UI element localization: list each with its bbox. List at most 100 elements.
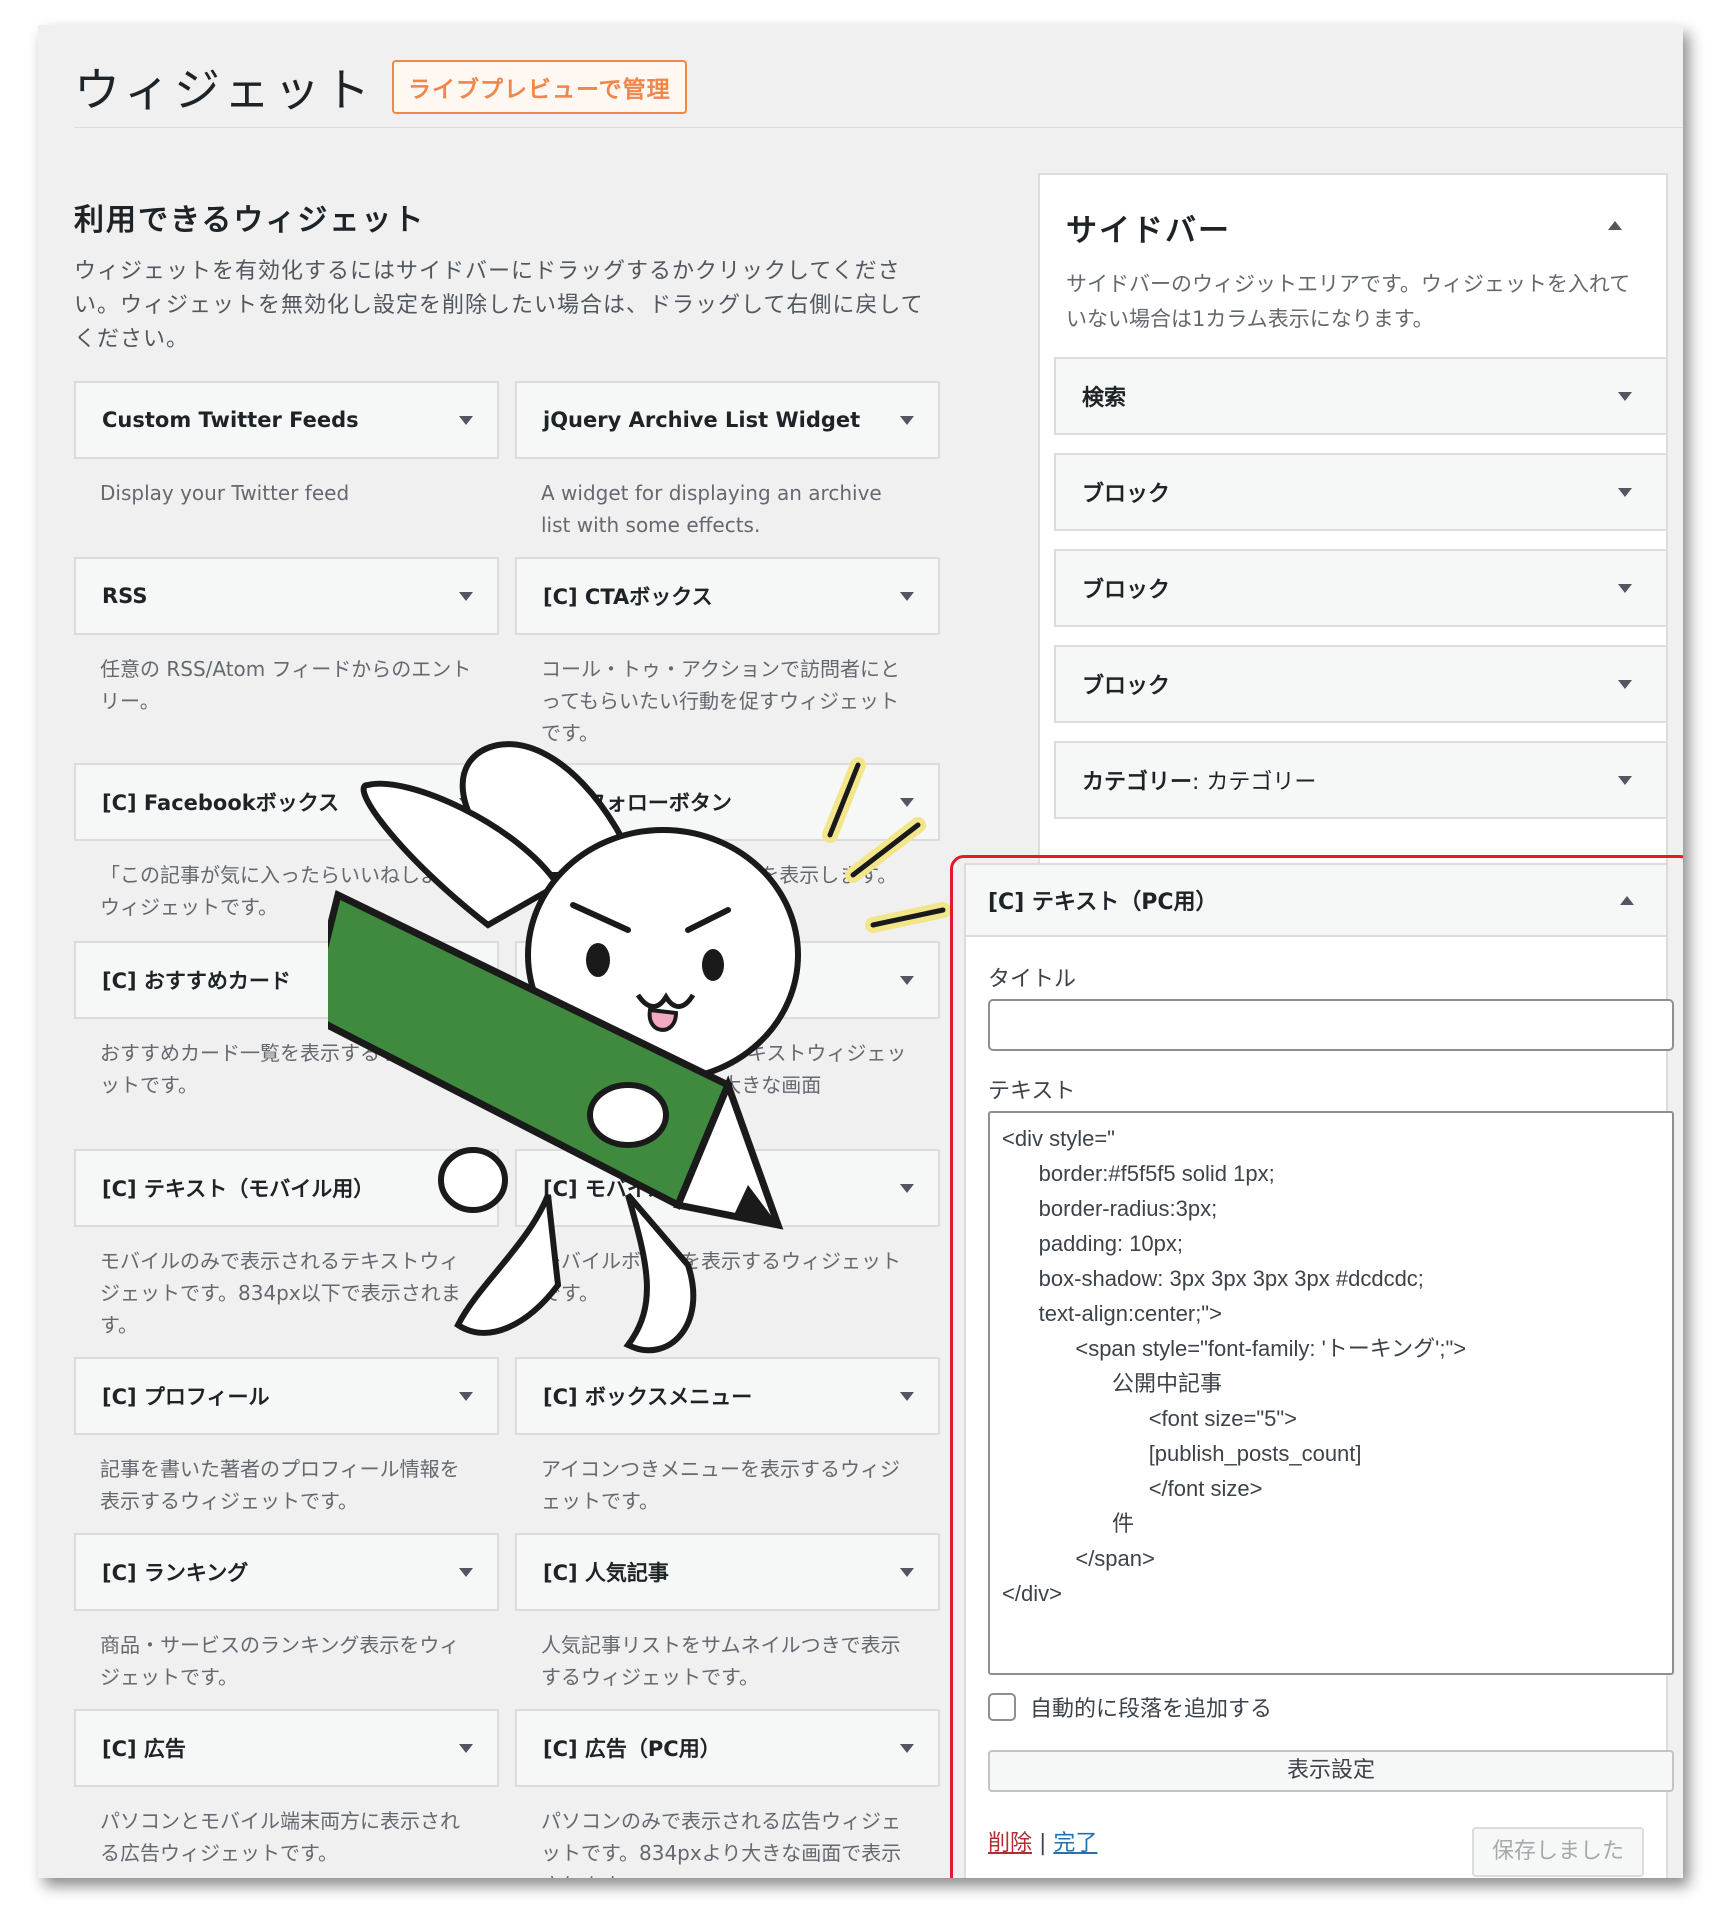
expand-arrow-icon[interactable] <box>900 1391 914 1401</box>
widget-title: [C] CTAボックス <box>543 585 713 609</box>
widget-header[interactable]: [C] CTAボックス <box>515 557 940 635</box>
expand-arrow-icon[interactable] <box>900 975 914 985</box>
saved-button[interactable]: 保存しました <box>1472 1827 1644 1877</box>
widget-title: [C] ボックスメニュー <box>543 1385 753 1409</box>
widget-card[interactable]: [C] プロフィール 記事を書いた著者のプロフィール情報を表示するウィジェットで… <box>74 1357 499 1517</box>
expand-arrow-icon[interactable] <box>459 975 473 985</box>
widget-header[interactable]: [C] テキスト（モバイル用） <box>74 1149 499 1227</box>
widget-card[interactable]: jQuery Archive List Widget A widget for … <box>515 381 940 541</box>
expand-arrow-icon[interactable] <box>1618 583 1632 593</box>
widget-header[interactable]: [C] Facebookボックス <box>74 763 499 841</box>
expand-arrow-icon[interactable] <box>459 1183 473 1193</box>
widget-header[interactable]: [C] プロフィール <box>74 1357 499 1435</box>
widget-card[interactable]: [C] ボックスメニュー アイコンつきメニューを表示するウィジェットです。 <box>515 1357 940 1517</box>
autop-label: 自動的に段落を追加する <box>1030 1697 1273 1722</box>
expand-arrow-icon[interactable] <box>900 797 914 807</box>
expand-arrow-icon[interactable] <box>459 591 473 601</box>
expand-arrow-icon[interactable] <box>900 591 914 601</box>
collapse-arrow-icon[interactable] <box>1608 221 1622 230</box>
widget-header[interactable]: [C] 広告 <box>74 1709 499 1787</box>
widget-title: Custom Twitter Feeds <box>102 408 359 432</box>
widget-description: モバイルのみで表示されるテキストウィジェットです。834px以下で表示されます。 <box>100 1249 461 1337</box>
widget-card[interactable]: [C] CTAボックス コール・トゥ・アクションで訪問者にとってもらいたい行動を… <box>515 557 940 749</box>
expanded-text-widget: [C] テキスト（PC用） タイトル テキスト <div style=" bor… <box>950 855 1683 1878</box>
widget-card[interactable]: RSS 任意の RSS/Atom フィードからのエントリー。 <box>74 557 499 717</box>
page-header: ウィジェット ライブプレビューで管理 <box>74 57 687 117</box>
widget-title: [C] プロフィール <box>102 1385 270 1409</box>
sidebar-widget-block[interactable]: ブロック <box>1054 645 1668 723</box>
expand-arrow-icon[interactable] <box>900 1183 914 1193</box>
page-title: ウィジェット <box>74 63 374 117</box>
sidebar-widget-block[interactable]: ブロック <box>1054 453 1668 531</box>
widget-header[interactable]: [C] テキスト（PC用） <box>515 941 940 1019</box>
widget-description: PCのみで表示されるテキストウィジェットです。834pxより大きな画面 <box>541 1041 907 1097</box>
expand-arrow-icon[interactable] <box>459 1391 473 1401</box>
widget-card[interactable]: [C] 人気記事 人気記事リストをサムネイルつきで表示するウィジェットです。 <box>515 1533 940 1693</box>
widget-title: [C] テキスト（PC用） <box>543 969 763 993</box>
widget-title: ブロック <box>1082 674 1171 699</box>
widget-header[interactable]: [C] フォローボタン <box>515 763 940 841</box>
widget-card[interactable]: Custom Twitter Feeds Display your Twitte… <box>74 381 499 509</box>
sidebar-widget-search[interactable]: 検索 <box>1054 357 1668 435</box>
autop-checkbox[interactable] <box>988 1693 1016 1721</box>
widget-card[interactable]: [C] テキスト（モバイル用） モバイルのみで表示されるテキストウィジェットです… <box>74 1149 499 1341</box>
sidebar-widget-category[interactable]: カテゴリー: カテゴリー <box>1054 741 1668 819</box>
text-content-textarea[interactable]: <div style=" border:#f5f5f5 solid 1px; b… <box>988 1111 1674 1675</box>
collapse-arrow-icon[interactable] <box>1620 895 1634 905</box>
widget-title: [C] テキスト（モバイル用） <box>102 1177 375 1201</box>
widget-card[interactable]: [C] フォローボタン フォローアイコンボタンを表示します。 <box>515 763 940 891</box>
sidebar-description: サイドバーのウィジットエリアです。ウィジェットを入れていない場合は1カラム表示に… <box>1066 272 1631 331</box>
expand-arrow-icon[interactable] <box>459 415 473 425</box>
widget-description: 記事を書いた著者のプロフィール情報を表示するウィジェットです。 <box>100 1457 460 1513</box>
widget-title: [C] テキスト（PC用） <box>988 890 1218 915</box>
widget-card[interactable]: [C] Facebookボックス 「この記事が気に入ったらいいねしよう」ウィジェ… <box>74 763 499 923</box>
expand-arrow-icon[interactable] <box>1618 487 1632 497</box>
expand-arrow-icon[interactable] <box>900 1743 914 1753</box>
sidebar-title[interactable]: サイドバー <box>1066 205 1231 250</box>
link-separator: | <box>1032 1831 1054 1856</box>
widget-card[interactable]: [C] 広告 パソコンとモバイル端末両方に表示される広告ウィジェットです。 <box>74 1709 499 1869</box>
widget-title: [C] Facebookボックス <box>102 791 340 815</box>
display-settings-button[interactable]: 表示設定 <box>988 1750 1674 1792</box>
expand-arrow-icon[interactable] <box>459 1567 473 1577</box>
widget-title: カテゴリー: カテゴリー <box>1082 764 1316 796</box>
widget-header[interactable]: [C] おすすめカード <box>74 941 499 1019</box>
widget-card[interactable]: [C] 広告（PC用） パソコンのみで表示される広告ウィジェットです。834px… <box>515 1709 940 1878</box>
expand-arrow-icon[interactable] <box>900 1567 914 1577</box>
expand-arrow-icon[interactable] <box>459 797 473 807</box>
expand-arrow-icon[interactable] <box>900 415 914 425</box>
sidebar-widget-block[interactable]: ブロック <box>1054 549 1668 627</box>
widget-header[interactable]: [C] ランキング <box>74 1533 499 1611</box>
widget-header[interactable]: jQuery Archive List Widget <box>515 381 940 459</box>
widget-card[interactable]: [C] モバイルボタン モバイルボタンを表示するウィジェットです。 <box>515 1149 940 1309</box>
available-widgets-title: 利用できるウィジェット <box>74 203 426 238</box>
widget-description: おすすめカード一覧を表示するウィジェットです。 <box>100 1041 460 1097</box>
widget-header[interactable]: [C] テキスト（PC用） <box>966 865 1666 937</box>
widget-actions: 削除 | 完了 <box>988 1825 1097 1857</box>
autop-checkbox-row[interactable]: 自動的に段落を追加する <box>988 1691 1272 1723</box>
widget-header[interactable]: RSS <box>74 557 499 635</box>
expand-arrow-icon[interactable] <box>1618 679 1632 689</box>
widget-description: パソコンとモバイル端末両方に表示される広告ウィジェットです。 <box>100 1809 460 1865</box>
widget-header[interactable]: [C] 広告（PC用） <box>515 1709 940 1787</box>
widget-description: 商品・サービスのランキング表示をウィジェットです。 <box>100 1633 460 1689</box>
delete-link[interactable]: 削除 <box>988 1831 1032 1856</box>
widget-card[interactable]: [C] ランキング 商品・サービスのランキング表示をウィジェットです。 <box>74 1533 499 1693</box>
widget-title: [C] モバイルボタン <box>543 1177 732 1201</box>
widget-header[interactable]: [C] 人気記事 <box>515 1533 940 1611</box>
widget-title: [C] おすすめカード <box>102 969 291 993</box>
widget-description: アイコンつきメニューを表示するウィジェットです。 <box>541 1457 900 1513</box>
expand-arrow-icon[interactable] <box>1618 775 1632 785</box>
title-label: タイトル <box>988 967 1077 992</box>
widget-header[interactable]: Custom Twitter Feeds <box>74 381 499 459</box>
done-link[interactable]: 完了 <box>1053 1831 1097 1856</box>
widget-header[interactable]: [C] モバイルボタン <box>515 1149 940 1227</box>
widget-header[interactable]: [C] ボックスメニュー <box>515 1357 940 1435</box>
title-input[interactable] <box>988 999 1674 1051</box>
expand-arrow-icon[interactable] <box>1618 391 1632 401</box>
live-preview-button[interactable]: ライブプレビューで管理 <box>392 60 687 114</box>
widget-card[interactable]: [C] おすすめカード おすすめカード一覧を表示するウィジェットです。 <box>74 941 499 1101</box>
widget-card[interactable]: [C] テキスト（PC用） PCのみで表示されるテキストウィジェットです。834… <box>515 941 940 1101</box>
expand-arrow-icon[interactable] <box>459 1743 473 1753</box>
widget-title-main: カテゴリー <box>1082 770 1193 795</box>
